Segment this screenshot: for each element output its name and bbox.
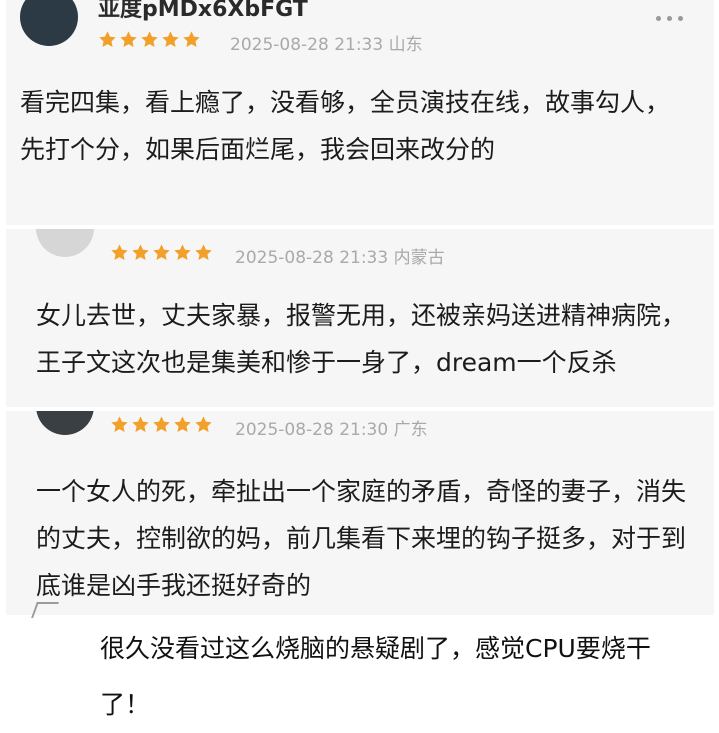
star-icon: [194, 415, 213, 434]
star-icon: [152, 243, 171, 262]
comment-text: 一个女人的死，牵扯出一个家庭的矛盾，奇怪的妻子，消失的丈夫，控制欲的妈，前几集看…: [36, 477, 687, 600]
comment-text: 女儿去世，丈夫家暴，报警无用，还被亲妈送进精神病院，王子文这次也是集美和惨于一身…: [36, 301, 687, 377]
more-options-icon[interactable]: [656, 16, 683, 21]
star-icon: [194, 243, 213, 262]
comment-meta: 2025-08-28 21:33 内蒙古: [235, 248, 445, 268]
rating-stars: [110, 415, 213, 434]
comment-text: 看完四集，看上瘾了，没看够，全员演技在线，故事勾人，先打个分，如果后面烂尾，我会…: [20, 88, 671, 164]
comment-card: 亚度pMDx6XbFGT 2025-08-28 21:33 山东 看完四集，看上…: [6, 0, 714, 225]
comment-card: 2025-08-28 21:33 内蒙古 女儿去世，丈夫家暴，报警无用，还被亲妈…: [6, 229, 714, 407]
star-icon: [119, 30, 138, 49]
star-icon: [131, 243, 150, 262]
star-icon: [152, 415, 171, 434]
star-icon: [161, 30, 180, 49]
star-icon: [182, 30, 201, 49]
star-icon: [110, 415, 129, 434]
comment-card: 2025-08-28 21:30 广东 一个女人的死，牵扯出一个家庭的矛盾，奇怪…: [6, 411, 714, 615]
avatar[interactable]: [20, 0, 78, 46]
star-icon: [131, 415, 150, 434]
avatar[interactable]: [36, 229, 94, 257]
caption-text: 很久没看过这么烧脑的悬疑剧了，感觉CPU要烧干了！: [100, 634, 651, 719]
star-icon: [173, 243, 192, 262]
star-icon: [173, 415, 192, 434]
star-icon: [110, 243, 129, 262]
rating-stars: [110, 243, 213, 262]
star-icon: [140, 30, 159, 49]
comment-meta: 2025-08-28 21:30 广东: [235, 420, 428, 440]
partial-avatar: [31, 602, 59, 618]
star-icon: [98, 30, 117, 49]
rating-stars: [98, 30, 201, 49]
username[interactable]: 亚度pMDx6XbFGT: [98, 0, 308, 23]
avatar[interactable]: [36, 411, 94, 435]
comment-meta: 2025-08-28 21:33 山东: [230, 35, 423, 55]
